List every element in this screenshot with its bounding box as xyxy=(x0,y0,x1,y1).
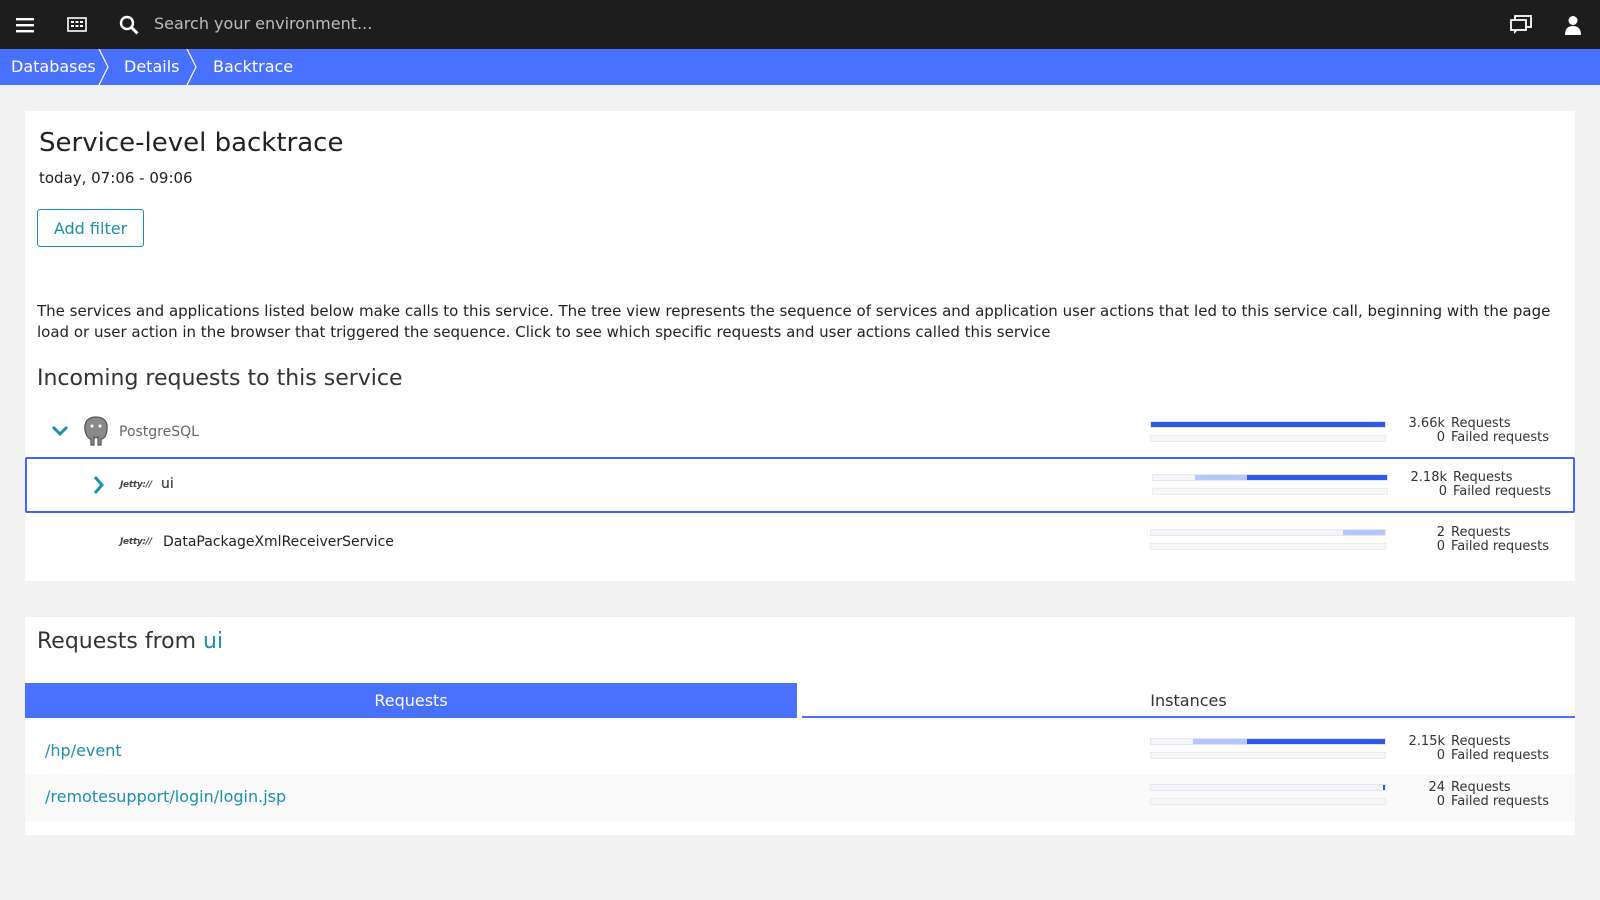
add-filter-button[interactable]: Add filter xyxy=(37,209,144,247)
requests-bar xyxy=(1150,784,1386,791)
requests-bar xyxy=(1150,738,1386,745)
failed-stat: 0 Failed requests xyxy=(1436,794,1550,809)
requests-bar-fill xyxy=(1151,422,1385,427)
search-icon[interactable] xyxy=(116,12,142,38)
backtrace-panel: Service-level backtrace today, 07:06 - 0… xyxy=(25,111,1575,581)
requests-stat: 2.18k Requests xyxy=(1410,470,1513,485)
requests-bar xyxy=(1152,474,1388,481)
user-icon[interactable] xyxy=(1560,12,1586,38)
chevron-right-icon[interactable] xyxy=(93,475,105,495)
failed-stat: 0 Failed requests xyxy=(1436,430,1550,445)
requests-stat: 24 Requests xyxy=(1428,780,1511,795)
tree-row-label: PostgreSQL xyxy=(119,424,199,440)
failed-stat: 0 Failed requests xyxy=(1436,748,1550,763)
failed-bar xyxy=(1150,543,1386,550)
tree-row-label: DataPackageXmlReceiverService xyxy=(163,534,394,550)
search-input[interactable]: Search your environment... xyxy=(154,14,372,33)
tree-row-datapackagexmlreceiverservice[interactable]: Jetty:// DataPackageXmlReceiverService 2… xyxy=(25,515,1575,571)
requests-stat: 2.15k Requests xyxy=(1408,734,1511,749)
failed-bar xyxy=(1152,488,1388,495)
requests-bar-fill xyxy=(1246,739,1385,744)
tree-row-postgresql[interactable]: PostgreSQL 3.66k Requests 0 Failed request… xyxy=(25,403,1575,459)
breadcrumb-backtrace[interactable]: Backtrace xyxy=(213,49,293,85)
requests-bar xyxy=(1150,421,1386,428)
failed-stat: 0 Failed requests xyxy=(1438,484,1552,499)
requests-bar-light xyxy=(1193,739,1247,744)
breadcrumb-databases[interactable]: Databases xyxy=(11,49,96,85)
top-bar: Search your environment... xyxy=(0,0,1600,49)
tab-instances[interactable]: Instances xyxy=(802,683,1575,718)
hamburger-icon[interactable] xyxy=(12,12,38,38)
jetty-icon: Jetty:// xyxy=(120,537,152,547)
timerange-label: today, 07:06 - 09:06 xyxy=(39,169,193,187)
failed-bar xyxy=(1150,798,1386,805)
description-text: The services and applications listed bel… xyxy=(37,302,1551,341)
breadcrumb-details[interactable]: Details xyxy=(124,49,179,85)
page-title: Service-level backtrace xyxy=(39,128,344,158)
incoming-requests-heading: Incoming requests to this service xyxy=(37,366,403,391)
request-row-login-jsp[interactable]: /remotesupport/login/login.jsp 24 Request… xyxy=(25,775,1575,821)
requests-bar-fill xyxy=(1246,475,1387,480)
requests-bar-light xyxy=(1342,530,1385,535)
breadcrumb: Databases Details Backtrace xyxy=(0,49,1600,85)
requests-from-link[interactable]: ui xyxy=(203,629,223,654)
requests-from-panel: Requests from ui Requests Instances /hp/… xyxy=(25,617,1575,835)
failed-bar xyxy=(1150,752,1386,759)
request-link[interactable]: /hp/event xyxy=(45,741,122,760)
postgresql-icon xyxy=(84,416,108,446)
tree-row-label: ui xyxy=(161,476,174,492)
tab-requests[interactable]: Requests xyxy=(25,683,797,718)
chat-icon[interactable] xyxy=(1508,12,1534,38)
jetty-icon: Jetty:// xyxy=(120,480,152,490)
requests-bar-fill xyxy=(1382,785,1385,790)
request-link[interactable]: /remotesupport/login/login.jsp xyxy=(45,787,286,806)
failed-stat: 0 Failed requests xyxy=(1436,539,1550,554)
breadcrumb-separator-icon xyxy=(98,49,109,85)
tree-row-ui[interactable]: Jetty:// ui 2.18k Requests 0 Failed reques… xyxy=(25,457,1575,513)
requests-stat: 3.66k Requests xyxy=(1408,416,1511,431)
breadcrumb-separator-icon xyxy=(186,49,197,85)
request-row-hp-event[interactable]: /hp/event 2.15k Requests 0 Failed requests xyxy=(25,729,1575,775)
requests-bar-light xyxy=(1195,475,1247,480)
requests-from-heading: Requests from ui xyxy=(37,629,224,654)
dashboard-icon[interactable] xyxy=(64,12,90,38)
failed-bar xyxy=(1150,435,1386,442)
requests-bar xyxy=(1150,529,1386,536)
requests-stat: 2 Requests xyxy=(1436,525,1511,540)
chevron-down-icon[interactable] xyxy=(51,425,69,437)
